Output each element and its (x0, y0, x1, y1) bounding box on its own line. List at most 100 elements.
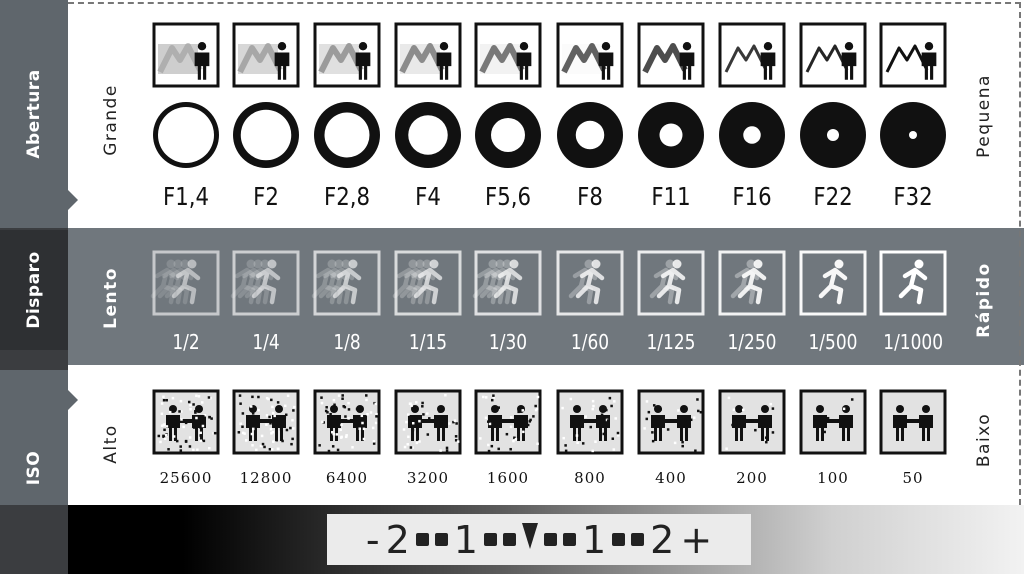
meter-two-left: 2 (385, 517, 410, 562)
noise-dot (647, 410, 651, 414)
noise-dot (271, 405, 274, 409)
noise-dot (208, 416, 211, 419)
noise-dot (260, 434, 264, 438)
noise-dot (210, 417, 213, 420)
noise-dot (265, 414, 269, 417)
shutter-speed-label: 1/500 (808, 330, 858, 354)
noise-dot (438, 415, 442, 419)
noise-dot (322, 421, 325, 424)
iso-value-label: 25600 (159, 469, 213, 487)
noise-dot (189, 407, 192, 411)
noise-dot (509, 425, 513, 429)
meter-minus: - (365, 517, 380, 562)
noise-dot (497, 406, 500, 409)
noise-dot (160, 424, 164, 427)
noise-dot (438, 410, 441, 413)
person-icon (596, 405, 610, 441)
noise-dot (192, 448, 195, 452)
noise-dot (415, 401, 418, 404)
noise-dot (249, 405, 253, 408)
two-people-handshake-icon (556, 389, 624, 455)
noise-dot (277, 447, 280, 451)
noise-dot (175, 439, 179, 443)
f-number-label: F2 (253, 182, 279, 211)
noise-dot (411, 446, 414, 449)
noise-dot (694, 449, 697, 452)
two-people-handshake-icon (232, 389, 300, 455)
noise-dot (454, 439, 458, 442)
noise-dot (411, 421, 415, 425)
blur-overlay (480, 44, 520, 74)
noise-dot (441, 417, 445, 421)
mountain-icon (479, 43, 525, 74)
noise-dot (421, 405, 424, 408)
noise-dot (751, 419, 754, 422)
aperture-right-label: Pequena (974, 74, 994, 158)
meter-tick (562, 533, 576, 546)
shutter-left-label: Lento (101, 267, 121, 329)
aperture-blade-icon (233, 102, 299, 168)
noise-dot (199, 439, 203, 443)
noise-dot (325, 406, 328, 409)
noise-dot (411, 428, 415, 432)
noise-dot (643, 427, 646, 430)
blur-overlay (319, 44, 359, 74)
person-icon (921, 42, 937, 80)
noise-dot (163, 423, 166, 426)
noise-dot (168, 410, 172, 414)
noise-dot (497, 447, 500, 451)
noise-dot (337, 394, 341, 397)
noise-dot (562, 436, 565, 440)
noise-dot (239, 402, 242, 405)
noise-dot (651, 439, 655, 443)
aperture-blade-icon (719, 102, 785, 168)
noise-dot (434, 423, 437, 427)
noise-dot (261, 442, 265, 446)
noise-dot (482, 395, 485, 399)
noise-dot (365, 394, 368, 397)
noise-dot (581, 442, 585, 445)
tab-iso-label: ISO (24, 450, 44, 486)
noise-dot (534, 404, 537, 408)
noise-dot (425, 412, 429, 415)
noise-dot (339, 436, 343, 439)
f-number-label: F22 (813, 182, 853, 211)
blur-overlay (400, 44, 440, 74)
noise-dot (505, 432, 509, 436)
noise-dot (171, 396, 175, 400)
noise-dot (345, 434, 348, 437)
meter-tick (434, 533, 448, 546)
blur-overlay (238, 44, 278, 74)
noise-dot (241, 412, 245, 415)
noise-dot (725, 447, 728, 450)
noise-dot (340, 423, 343, 427)
noise-dot (179, 399, 183, 403)
noise-dot (689, 418, 693, 422)
noise-dot (591, 449, 594, 453)
two-people-handshake-icon (637, 389, 705, 455)
noise-dot (342, 405, 345, 408)
noise-dot (197, 395, 201, 398)
noise-dot (727, 396, 731, 400)
noise-dot (402, 428, 406, 431)
noise-dot (600, 413, 604, 417)
mountain-icon (237, 43, 283, 74)
noise-dot (611, 437, 615, 440)
noise-dot (179, 445, 182, 448)
noise-dot (575, 434, 579, 437)
noise-dot (426, 433, 430, 436)
noise-dot (182, 425, 185, 429)
noise-dot (521, 409, 525, 412)
noise-dot (243, 432, 246, 435)
noise-dot (341, 397, 344, 400)
noise-dot (244, 439, 248, 442)
person-icon (488, 405, 502, 441)
noise-dot (561, 406, 564, 410)
shutter-speed-label: 1/1000 (883, 330, 944, 354)
noise-dot (355, 407, 359, 411)
noise-dot (677, 409, 680, 412)
noise-dot (681, 440, 684, 444)
aperture-opening (324, 112, 370, 158)
noise-dot (259, 444, 263, 448)
landscape-person-icon (313, 22, 381, 88)
